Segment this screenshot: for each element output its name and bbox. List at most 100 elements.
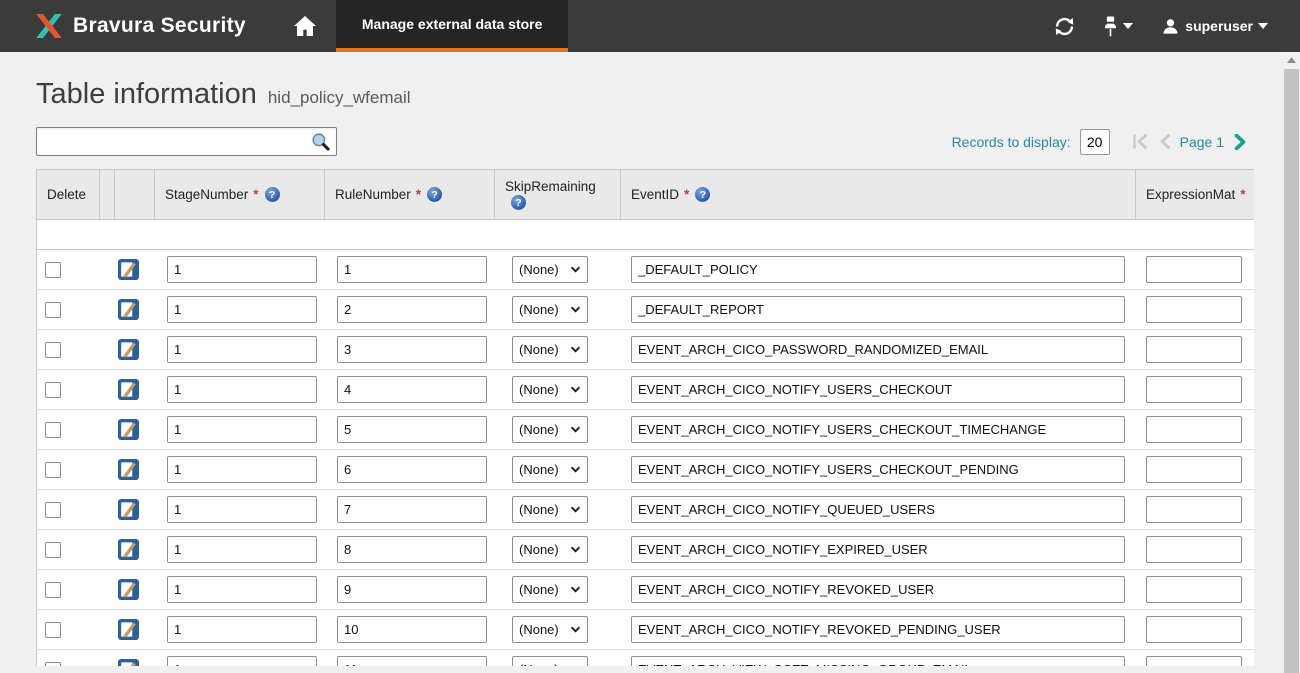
expression-match-input[interactable]	[1146, 616, 1242, 643]
rule-number-input[interactable]	[337, 416, 487, 443]
delete-checkbox[interactable]	[45, 342, 61, 358]
selected-option: (None)	[519, 542, 559, 557]
first-page-button[interactable]	[1132, 134, 1149, 149]
refresh-button[interactable]	[1054, 16, 1075, 37]
stage-number-input[interactable]	[167, 456, 317, 483]
edit-row-button[interactable]	[118, 339, 139, 360]
delete-checkbox[interactable]	[45, 422, 61, 438]
rule-number-input[interactable]	[337, 536, 487, 563]
event-id-input[interactable]	[631, 616, 1125, 643]
edit-row-button[interactable]	[118, 659, 139, 666]
expression-match-input[interactable]	[1146, 376, 1242, 403]
event-id-input[interactable]	[631, 256, 1125, 283]
brand[interactable]: Bravura Security	[0, 0, 274, 52]
search-input[interactable]	[37, 129, 311, 154]
rule-number-input[interactable]	[337, 256, 487, 283]
rule-number-input[interactable]	[337, 376, 487, 403]
skip-remaining-select[interactable]: (None)	[512, 656, 588, 666]
delete-checkbox[interactable]	[45, 542, 61, 558]
previous-page-button[interactable]	[1158, 134, 1171, 149]
edit-row-button[interactable]	[118, 539, 139, 560]
skip-remaining-select[interactable]: (None)	[512, 296, 588, 323]
event-id-input[interactable]	[631, 416, 1125, 443]
skip-remaining-select[interactable]: (None)	[512, 616, 588, 643]
event-id-input[interactable]	[631, 376, 1125, 403]
search-icon[interactable]	[311, 132, 336, 151]
rule-number-input[interactable]	[337, 336, 487, 363]
edit-row-button[interactable]	[118, 299, 139, 320]
skip-remaining-select[interactable]: (None)	[512, 336, 588, 363]
stage-number-input[interactable]	[167, 296, 317, 323]
delete-checkbox[interactable]	[45, 502, 61, 518]
stage-number-input[interactable]	[167, 656, 317, 666]
edit-row-button[interactable]	[118, 619, 139, 640]
table-row: (None)	[37, 490, 1254, 530]
column-label: StageNumber	[165, 187, 248, 202]
rule-number-input[interactable]	[337, 616, 487, 643]
event-id-input[interactable]	[631, 336, 1125, 363]
delete-checkbox[interactable]	[45, 662, 61, 667]
event-id-input[interactable]	[631, 656, 1125, 666]
expression-match-input[interactable]	[1146, 256, 1242, 283]
delete-checkbox[interactable]	[45, 582, 61, 598]
skip-remaining-select[interactable]: (None)	[512, 256, 588, 283]
required-asterisk: *	[1240, 187, 1245, 202]
edit-row-button[interactable]	[118, 379, 139, 400]
expression-match-input[interactable]	[1146, 576, 1242, 603]
rule-number-input[interactable]	[337, 456, 487, 483]
delete-checkbox[interactable]	[45, 382, 61, 398]
home-tab[interactable]	[274, 0, 336, 52]
scroll-up-arrow[interactable]	[1283, 52, 1300, 68]
skip-remaining-select[interactable]: (None)	[512, 536, 588, 563]
tab-manage-external-data-store[interactable]: Manage external data store	[336, 0, 569, 52]
edit-row-button[interactable]	[118, 259, 139, 280]
stage-number-input[interactable]	[167, 336, 317, 363]
scrollbar-thumb[interactable]	[1284, 69, 1299, 673]
stage-number-input[interactable]	[167, 416, 317, 443]
event-id-input[interactable]	[631, 536, 1125, 563]
edit-row-button[interactable]	[118, 459, 139, 480]
delete-checkbox[interactable]	[45, 622, 61, 638]
edit-row-button[interactable]	[118, 419, 139, 440]
help-icon[interactable]: ?	[427, 187, 442, 202]
help-icon[interactable]: ?	[695, 187, 710, 202]
skip-remaining-select[interactable]: (None)	[512, 416, 588, 443]
records-to-display-input[interactable]	[1080, 129, 1110, 155]
event-id-input[interactable]	[631, 496, 1125, 523]
stage-number-input[interactable]	[167, 256, 317, 283]
skip-remaining-select[interactable]: (None)	[512, 456, 588, 483]
delete-checkbox[interactable]	[45, 302, 61, 318]
event-id-input[interactable]	[631, 296, 1125, 323]
expression-match-input[interactable]	[1146, 416, 1242, 443]
stage-number-input[interactable]	[167, 496, 317, 523]
expression-match-input[interactable]	[1146, 536, 1242, 563]
expression-match-input[interactable]	[1146, 456, 1242, 483]
stage-number-input[interactable]	[167, 616, 317, 643]
event-id-input[interactable]	[631, 456, 1125, 483]
expression-match-input[interactable]	[1146, 656, 1242, 666]
skip-remaining-select[interactable]: (None)	[512, 376, 588, 403]
pin-menu-button[interactable]	[1103, 16, 1133, 37]
help-icon[interactable]: ?	[265, 187, 280, 202]
expression-match-input[interactable]	[1146, 336, 1242, 363]
stage-number-input[interactable]	[167, 536, 317, 563]
skip-remaining-select[interactable]: (None)	[512, 576, 588, 603]
stage-number-input[interactable]	[167, 576, 317, 603]
expression-match-input[interactable]	[1146, 296, 1242, 323]
rule-number-input[interactable]	[337, 296, 487, 323]
user-menu[interactable]: superuser	[1161, 17, 1268, 36]
skip-remaining-select[interactable]: (None)	[512, 496, 588, 523]
stage-number-input[interactable]	[167, 376, 317, 403]
rule-number-input[interactable]	[337, 576, 487, 603]
event-id-input[interactable]	[631, 576, 1125, 603]
rule-number-input[interactable]	[337, 496, 487, 523]
expression-match-input[interactable]	[1146, 496, 1242, 523]
scrollbar[interactable]	[1283, 52, 1300, 673]
edit-row-button[interactable]	[118, 499, 139, 520]
delete-checkbox[interactable]	[45, 462, 61, 478]
next-page-button[interactable]	[1233, 134, 1247, 150]
delete-checkbox[interactable]	[45, 262, 61, 278]
rule-number-input[interactable]	[337, 656, 487, 666]
edit-row-button[interactable]	[118, 579, 139, 600]
help-icon[interactable]: ?	[511, 195, 526, 210]
